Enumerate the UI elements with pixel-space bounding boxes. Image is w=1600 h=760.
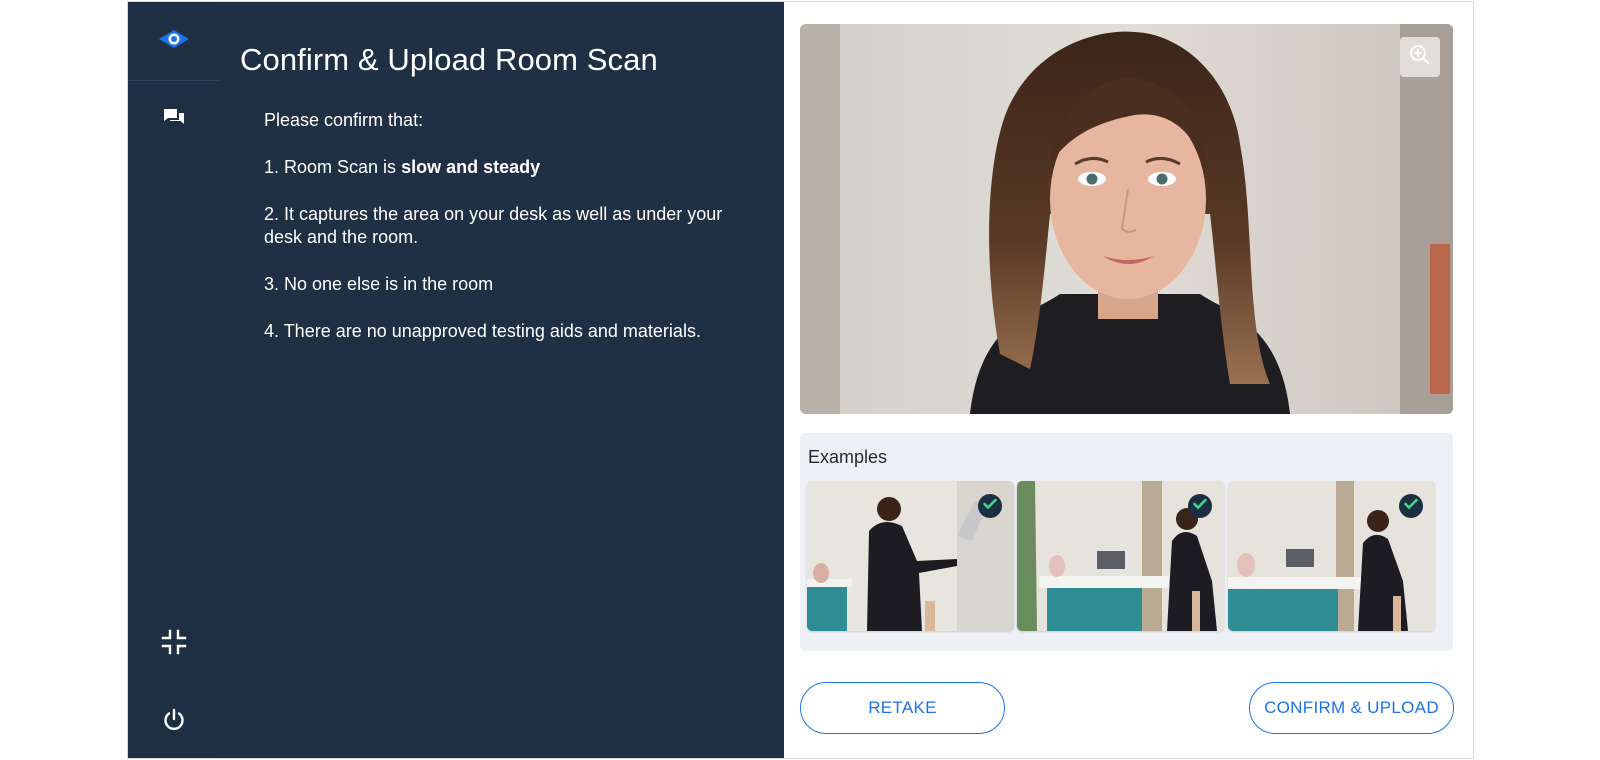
instruction-item-4: 4. There are no unapproved testing aids …	[264, 321, 701, 341]
approved-check-badge	[1188, 494, 1212, 518]
exit-fullscreen-icon	[161, 629, 187, 660]
app-frame: Confirm & Upload Room Scan Please confir…	[127, 1, 1474, 759]
preview-panel: Examples RETAKE CONFIRM & UPLOAD	[784, 2, 1473, 758]
power-button[interactable]	[128, 700, 219, 744]
chat-button[interactable]	[128, 98, 219, 142]
approved-check-badge	[978, 494, 1002, 518]
examples-title: Examples	[808, 447, 888, 467]
check-icon	[1404, 497, 1418, 515]
example-thumbnail-3[interactable]	[1228, 481, 1435, 631]
check-icon	[983, 497, 997, 515]
zoom-button[interactable]	[1400, 37, 1440, 77]
instruction-1-text: 1. Room Scan is	[264, 157, 402, 177]
approved-check-badge	[1399, 494, 1423, 518]
instructions-list: Please confirm that: 1. Room Scan is slo…	[264, 109, 754, 367]
sidebar-rail	[128, 2, 219, 758]
instructions-panel: Confirm & Upload Room Scan Please confir…	[219, 2, 784, 758]
examples-section: Examples	[800, 433, 1453, 651]
confirm-upload-button[interactable]: CONFIRM & UPLOAD	[1249, 682, 1454, 734]
captured-frame-image	[800, 24, 1453, 414]
instructions-intro: Please confirm that:	[264, 110, 424, 130]
eye-logo-icon	[157, 28, 191, 55]
zoom-in-icon	[1409, 44, 1431, 71]
power-icon	[162, 708, 186, 737]
retake-button[interactable]: RETAKE	[800, 682, 1005, 734]
instruction-item-3: 3. No one else is in the room	[264, 274, 494, 294]
chat-icon	[162, 107, 186, 134]
exit-fullscreen-button[interactable]	[128, 622, 219, 666]
room-scan-preview	[800, 24, 1453, 414]
page-title: Confirm & Upload Room Scan	[240, 42, 658, 77]
check-icon	[1193, 497, 1207, 515]
example-thumbnail-2[interactable]	[1017, 481, 1224, 631]
logo-area	[128, 2, 219, 81]
example-thumbnail-1[interactable]	[807, 481, 1014, 631]
instruction-1-emphasis: slow and steady	[401, 157, 541, 177]
instruction-item-2: 2. It captures the area on your desk as …	[264, 204, 723, 247]
instruction-item-1: 1. Room Scan is slow and steady	[264, 156, 754, 179]
